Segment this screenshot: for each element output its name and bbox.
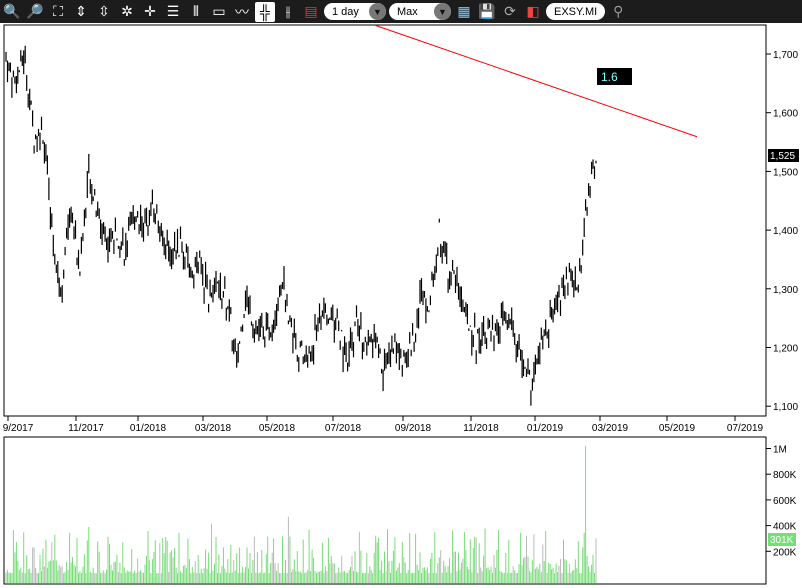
date-tick-label: 01/2018	[130, 423, 167, 434]
interval-value: 1 day	[332, 5, 359, 18]
date-tick-label: 09/2018	[395, 423, 432, 434]
last-price-label: 1,525	[770, 151, 795, 162]
volume-tick-label: 600K	[773, 496, 797, 507]
volume-tick-label: 800K	[773, 470, 797, 481]
price-tick-label: 1,700	[773, 50, 798, 61]
volume-tick-label: 1M	[773, 445, 787, 456]
volume-tick-label: 200K	[773, 547, 797, 558]
volume-tick-label: 400K	[773, 522, 797, 533]
ohlc-bar-icon[interactable]: ⫲	[278, 2, 298, 22]
chart-data-icon[interactable]: ▦	[454, 2, 474, 22]
range-select[interactable]: Max ▼	[389, 3, 451, 20]
export-icon[interactable]: ◧	[523, 2, 543, 22]
price-tick-label: 1,200	[773, 344, 798, 355]
price-tick-label: 1,600	[773, 109, 798, 120]
price-tick-label: 1,300	[773, 285, 798, 296]
chevron-down-icon: ▼	[434, 3, 451, 20]
date-tick-label: 03/2018	[195, 423, 232, 434]
zoom-out-vertical-icon[interactable]: ⇳	[94, 2, 114, 22]
chart-area[interactable]: 1,700 1,600 1,500 1,400 1,300 1,200 1,100 9/201…	[0, 23, 802, 588]
indicator-list-icon[interactable]: ▤	[301, 2, 321, 22]
date-tick-label: 03/2019	[592, 423, 629, 434]
refresh-icon[interactable]: ⟳	[500, 2, 520, 22]
last-volume-label: 301K	[770, 535, 794, 546]
range-value: Max	[397, 5, 418, 18]
date-tick-label: 05/2018	[259, 423, 296, 434]
crosshair-icon[interactable]: ✛	[140, 2, 160, 22]
line-chart-icon[interactable]: 〰	[232, 2, 252, 22]
fit-icon[interactable]: ⛶	[48, 2, 68, 22]
save-icon[interactable]: 💾	[477, 2, 497, 22]
zoom-in-horizontal-icon[interactable]: 🔍	[2, 2, 22, 22]
date-tick-label: 07/2018	[325, 423, 362, 434]
candlestick-icon[interactable]: ╬	[255, 1, 275, 22]
date-tick-label: 01/2019	[527, 423, 564, 434]
price-tick-label: 1,100	[773, 402, 798, 413]
chevron-down-icon: ▼	[369, 3, 386, 20]
vertical-grid-icon[interactable]: ⦀	[186, 2, 206, 22]
date-tick-label: 07/2019	[727, 423, 764, 434]
date-tick-label: 9/2017	[3, 423, 34, 434]
symbol-input[interactable]: EXSY.MI	[546, 3, 606, 20]
horizontal-grid-icon[interactable]: ☰	[163, 2, 183, 22]
search-icon[interactable]: ⚲	[608, 2, 628, 22]
date-tick-label: 11/2018	[463, 423, 499, 434]
price-tick-label: 1,500	[773, 167, 798, 178]
price-tick-label: 1,400	[773, 226, 798, 237]
toolbar: 🔍 🔎 ⛶ ⇕ ⇳ ✲ ✛ ☰ ⦀ ▭ 〰 ╬ ⫲ ▤ 1 day ▼ Max ▼ …	[0, 0, 802, 23]
interval-select[interactable]: 1 day ▼	[324, 3, 386, 20]
zoom-out-horizontal-icon[interactable]: 🔎	[25, 2, 45, 22]
date-tick-label: 05/2019	[659, 423, 696, 434]
reset-zoom-icon[interactable]: ✲	[117, 2, 137, 22]
zoom-in-vertical-icon[interactable]: ⇕	[71, 2, 91, 22]
window-icon[interactable]: ▭	[209, 2, 229, 22]
date-tick-label: 11/2017	[68, 423, 104, 434]
trendline-label: 1.6	[601, 70, 618, 84]
